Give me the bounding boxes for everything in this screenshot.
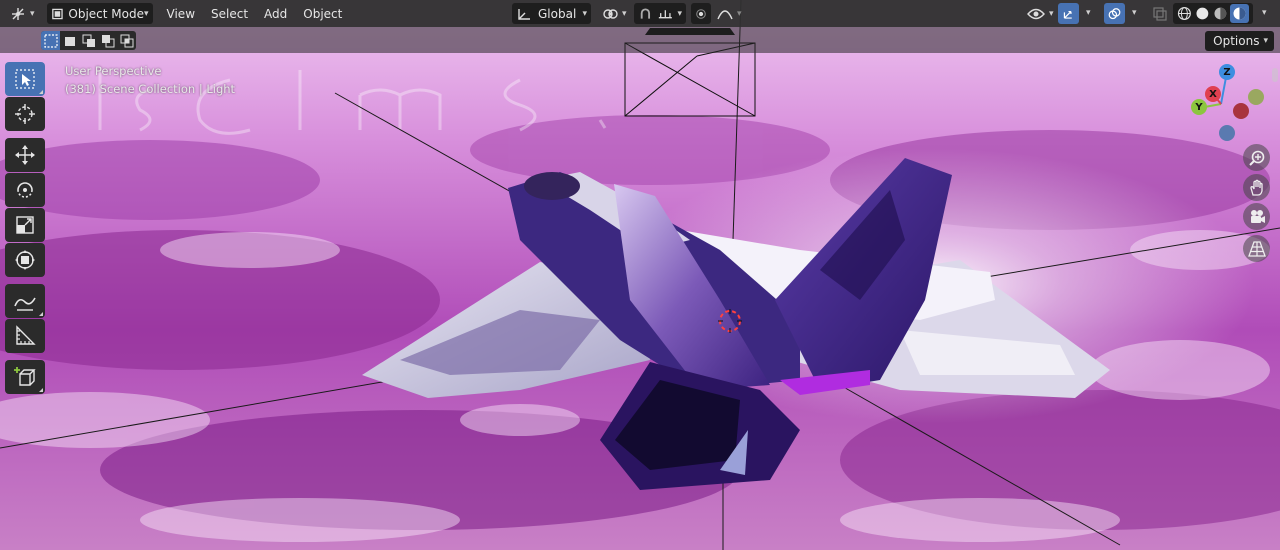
3d-viewport[interactable]: ▾ Object Mode ▾ View Select Add Object G… bbox=[0, 0, 1280, 550]
select-subtract-icon bbox=[82, 34, 95, 47]
chevron-down-icon[interactable]: ▾ bbox=[1086, 8, 1091, 18]
snap-icon bbox=[640, 7, 651, 19]
gizmo-y-axis[interactable]: Y bbox=[1191, 99, 1207, 115]
transform-tool[interactable] bbox=[5, 243, 45, 277]
gizmo-neg-y-axis[interactable] bbox=[1248, 89, 1264, 105]
select-box-icon bbox=[15, 69, 35, 89]
grid-perspective-icon bbox=[1247, 240, 1266, 257]
gizmo-toggle[interactable] bbox=[1058, 3, 1079, 24]
pivot-icon bbox=[603, 8, 618, 19]
add-cube-tool[interactable] bbox=[5, 360, 45, 394]
camera-view-button[interactable] bbox=[1243, 203, 1270, 230]
viewport-info: User Perspective (381) Scene Collection … bbox=[65, 62, 235, 98]
chevron-down-icon: ▾ bbox=[1049, 8, 1054, 19]
proportional-falloff-button[interactable]: ▾ bbox=[713, 3, 746, 24]
perspective-toggle-button[interactable] bbox=[1243, 235, 1270, 262]
rendered-shading-icon bbox=[1233, 7, 1246, 20]
annotate-icon bbox=[14, 297, 36, 311]
chevron-down-icon[interactable]: ▾ bbox=[1132, 8, 1137, 18]
shading-group[interactable] bbox=[1173, 3, 1253, 24]
overlays-toggle[interactable] bbox=[1104, 3, 1125, 24]
hand-icon bbox=[1249, 179, 1263, 196]
options-button[interactable]: Options ▾ bbox=[1205, 31, 1274, 51]
select-new-button[interactable] bbox=[41, 31, 60, 50]
chevron-down-icon: ▾ bbox=[144, 8, 149, 19]
cursor-tool[interactable] bbox=[5, 97, 45, 131]
falloff-curve-icon bbox=[717, 9, 733, 19]
select-invert-button[interactable] bbox=[98, 31, 117, 50]
options-label: Options bbox=[1213, 34, 1260, 48]
toolbar bbox=[5, 62, 49, 395]
annotate-tool[interactable] bbox=[5, 284, 45, 318]
add-cube-icon bbox=[14, 367, 36, 386]
editor-type-icon bbox=[12, 7, 24, 20]
xray-icon bbox=[1153, 6, 1167, 21]
transform-icon bbox=[15, 250, 35, 270]
select-subtract-button[interactable] bbox=[79, 31, 98, 50]
chevron-down-icon: ▾ bbox=[582, 8, 587, 19]
chevron-down-icon: ▾ bbox=[622, 8, 627, 19]
pan-button[interactable] bbox=[1243, 174, 1270, 201]
move-icon bbox=[15, 145, 35, 165]
collection-label: (381) Scene Collection | Light bbox=[65, 82, 236, 96]
pivot-point-button[interactable]: ▾ bbox=[598, 3, 631, 24]
select-invert-icon bbox=[101, 34, 114, 47]
snap-increment-icon bbox=[658, 9, 672, 18]
gizmo-z-axis[interactable]: Z bbox=[1219, 64, 1235, 80]
select-extend-button[interactable] bbox=[60, 31, 79, 50]
perspective-label: User Perspective bbox=[65, 64, 162, 78]
overlays-icon bbox=[1108, 7, 1121, 19]
object-mode-icon bbox=[51, 8, 63, 19]
chevron-down-icon: ▾ bbox=[677, 8, 682, 19]
mode-select[interactable]: Object Mode ▾ bbox=[46, 3, 153, 24]
editor-type-button[interactable]: ▾ bbox=[6, 3, 39, 24]
wireframe-shading-icon[interactable] bbox=[1177, 6, 1192, 21]
move-tool[interactable] bbox=[5, 138, 45, 172]
scale-tool[interactable] bbox=[5, 208, 45, 242]
select-extend-icon bbox=[64, 36, 75, 46]
rotate-icon bbox=[17, 182, 33, 198]
scale-icon bbox=[16, 216, 34, 234]
select-new-icon bbox=[43, 33, 58, 48]
mode-label: Object Mode bbox=[68, 6, 144, 21]
scrollbar[interactable] bbox=[1272, 68, 1278, 82]
camera-icon bbox=[1250, 209, 1265, 223]
transform-orientation-select[interactable]: Global ▾ bbox=[512, 3, 591, 24]
menu-add[interactable]: Add bbox=[256, 3, 295, 24]
measure-icon bbox=[16, 325, 36, 345]
proportional-editing-icon bbox=[696, 8, 706, 19]
eye-icon bbox=[1027, 8, 1045, 19]
cursor-icon bbox=[15, 104, 35, 124]
proportional-editing-toggle[interactable] bbox=[691, 3, 711, 24]
chevron-down-icon[interactable]: ▾ bbox=[1262, 8, 1267, 18]
tool-settings-bar bbox=[0, 27, 1280, 53]
orientation-label: Global bbox=[538, 6, 577, 21]
zoom-icon bbox=[1248, 150, 1264, 166]
material-shading-icon[interactable] bbox=[1213, 6, 1228, 21]
snapping-group[interactable]: ▾ bbox=[634, 3, 686, 24]
select-intersect-icon bbox=[120, 34, 133, 47]
select-intersect-button[interactable] bbox=[117, 31, 136, 50]
visibility-button[interactable]: ▾ bbox=[1023, 3, 1058, 24]
gizmo-icon bbox=[1063, 10, 1072, 19]
xray-toggle[interactable] bbox=[1149, 3, 1171, 24]
chevron-down-icon: ▾ bbox=[30, 8, 35, 19]
menu-select[interactable]: Select bbox=[203, 3, 256, 24]
gizmo-neg-z-axis[interactable] bbox=[1219, 125, 1235, 141]
gizmo-neg-x-axis[interactable] bbox=[1233, 103, 1249, 119]
gizmo-x-axis[interactable]: X bbox=[1205, 86, 1221, 102]
chevron-down-icon: ▾ bbox=[1263, 36, 1268, 46]
select-box-tool[interactable] bbox=[5, 62, 45, 96]
measure-tool[interactable] bbox=[5, 319, 45, 353]
viewport-header: ▾ Object Mode ▾ View Select Add Object G… bbox=[0, 0, 1280, 27]
zoom-button[interactable] bbox=[1243, 144, 1270, 171]
rotate-tool[interactable] bbox=[5, 173, 45, 207]
selection-mode-group bbox=[41, 31, 136, 50]
menu-object[interactable]: Object bbox=[295, 3, 350, 24]
solid-shading-icon[interactable] bbox=[1195, 6, 1210, 21]
rendered-shading-button[interactable] bbox=[1230, 4, 1249, 23]
menu-view[interactable]: View bbox=[159, 3, 203, 24]
orientation-axes-icon bbox=[518, 8, 530, 20]
chevron-down-icon: ▾ bbox=[737, 8, 742, 19]
